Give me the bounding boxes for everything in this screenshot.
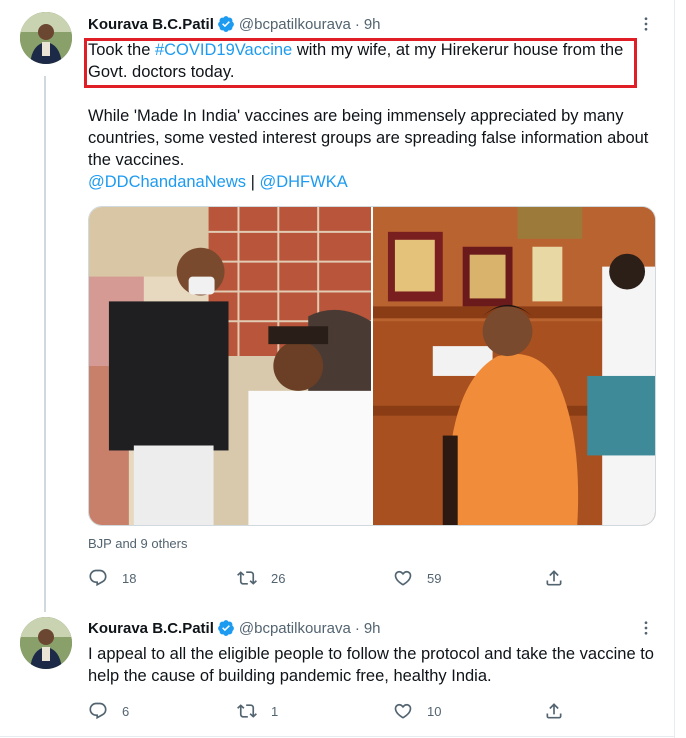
reply-count: 18 <box>122 570 137 586</box>
author-name[interactable]: Kourava B.C.Patil <box>88 620 214 637</box>
tweet-text-paragraph2: While 'Made In India' vaccines are being… <box>88 107 649 169</box>
avatar[interactable] <box>20 12 72 64</box>
retweet-count: 26 <box>271 570 286 586</box>
verified-badge-icon <box>217 619 235 637</box>
like-count: 59 <box>427 570 442 586</box>
like-button[interactable]: 10 <box>393 701 441 721</box>
timeline-border-right <box>674 0 675 738</box>
author-handle[interactable]: @bcpatilkourava <box>239 16 351 33</box>
avatar-photo <box>20 12 72 64</box>
text-segment: Took the <box>88 41 155 59</box>
timestamp[interactable]: 9h <box>364 620 381 637</box>
tweet-actions: 18 26 59 <box>88 568 568 588</box>
retweet-count: 1 <box>271 703 279 719</box>
tweet-media <box>88 206 656 526</box>
like-count: 10 <box>427 703 442 719</box>
avatar[interactable] <box>20 617 72 669</box>
tweet-mentions: @DDChandanaNews | @DHFWKA <box>88 171 658 193</box>
reply-icon <box>89 569 107 587</box>
reply-button[interactable]: 6 <box>88 701 129 721</box>
retweet-icon <box>237 571 257 585</box>
retweet-button[interactable]: 1 <box>237 701 278 721</box>
hashtag-link[interactable]: #COVID19Vaccine <box>155 41 292 59</box>
like-icon <box>394 570 412 586</box>
tweet-header: Kourava B.C.Patil @bcpatilkourava · 9h <box>88 13 381 35</box>
tweet-2[interactable]: Kourava B.C.Patil @bcpatilkourava · 9h I… <box>0 612 674 736</box>
reply-count: 6 <box>122 703 130 719</box>
mention-link[interactable]: @DHFWKA <box>259 173 347 191</box>
mention-separator: | <box>246 173 260 191</box>
tweet-1[interactable]: Kourava B.C.Patil @bcpatilkourava · 9h T… <box>0 0 674 612</box>
share-button[interactable] <box>544 568 564 588</box>
social-context[interactable]: BJP and 9 others <box>88 536 188 551</box>
tweet-text-line1: Took the #COVID19Vaccine with my wife, a… <box>88 39 658 83</box>
share-icon <box>546 703 562 719</box>
thread-connector-line <box>44 76 46 612</box>
author-name[interactable]: Kourava B.C.Patil <box>88 16 214 33</box>
share-button[interactable] <box>544 701 564 721</box>
like-icon <box>394 703 412 719</box>
more-options-icon[interactable] <box>636 618 656 638</box>
more-options-icon[interactable] <box>636 14 656 34</box>
tweet-header: Kourava B.C.Patil @bcpatilkourava · 9h <box>88 617 381 639</box>
like-button[interactable]: 59 <box>393 568 441 588</box>
avatar-photo <box>20 617 72 669</box>
tweet-text: I appeal to all the eligible people to f… <box>88 645 654 685</box>
separator-dot: · <box>354 619 360 637</box>
photo-men-seated[interactable] <box>89 207 371 525</box>
timeline-border-bottom <box>0 736 675 737</box>
timestamp[interactable]: 9h <box>364 16 381 33</box>
mention-link[interactable]: @DDChandanaNews <box>88 173 246 191</box>
separator-dot: · <box>354 15 360 33</box>
reply-icon <box>89 702 107 720</box>
retweet-button[interactable]: 26 <box>237 568 285 588</box>
verified-badge-icon <box>217 15 235 33</box>
tweet-actions: 6 1 10 <box>88 701 568 721</box>
author-handle[interactable]: @bcpatilkourava <box>239 620 351 637</box>
retweet-icon <box>237 704 257 718</box>
photo-woman-vaccinated[interactable] <box>373 207 655 525</box>
reply-button[interactable]: 18 <box>88 568 136 588</box>
share-icon <box>546 570 562 586</box>
